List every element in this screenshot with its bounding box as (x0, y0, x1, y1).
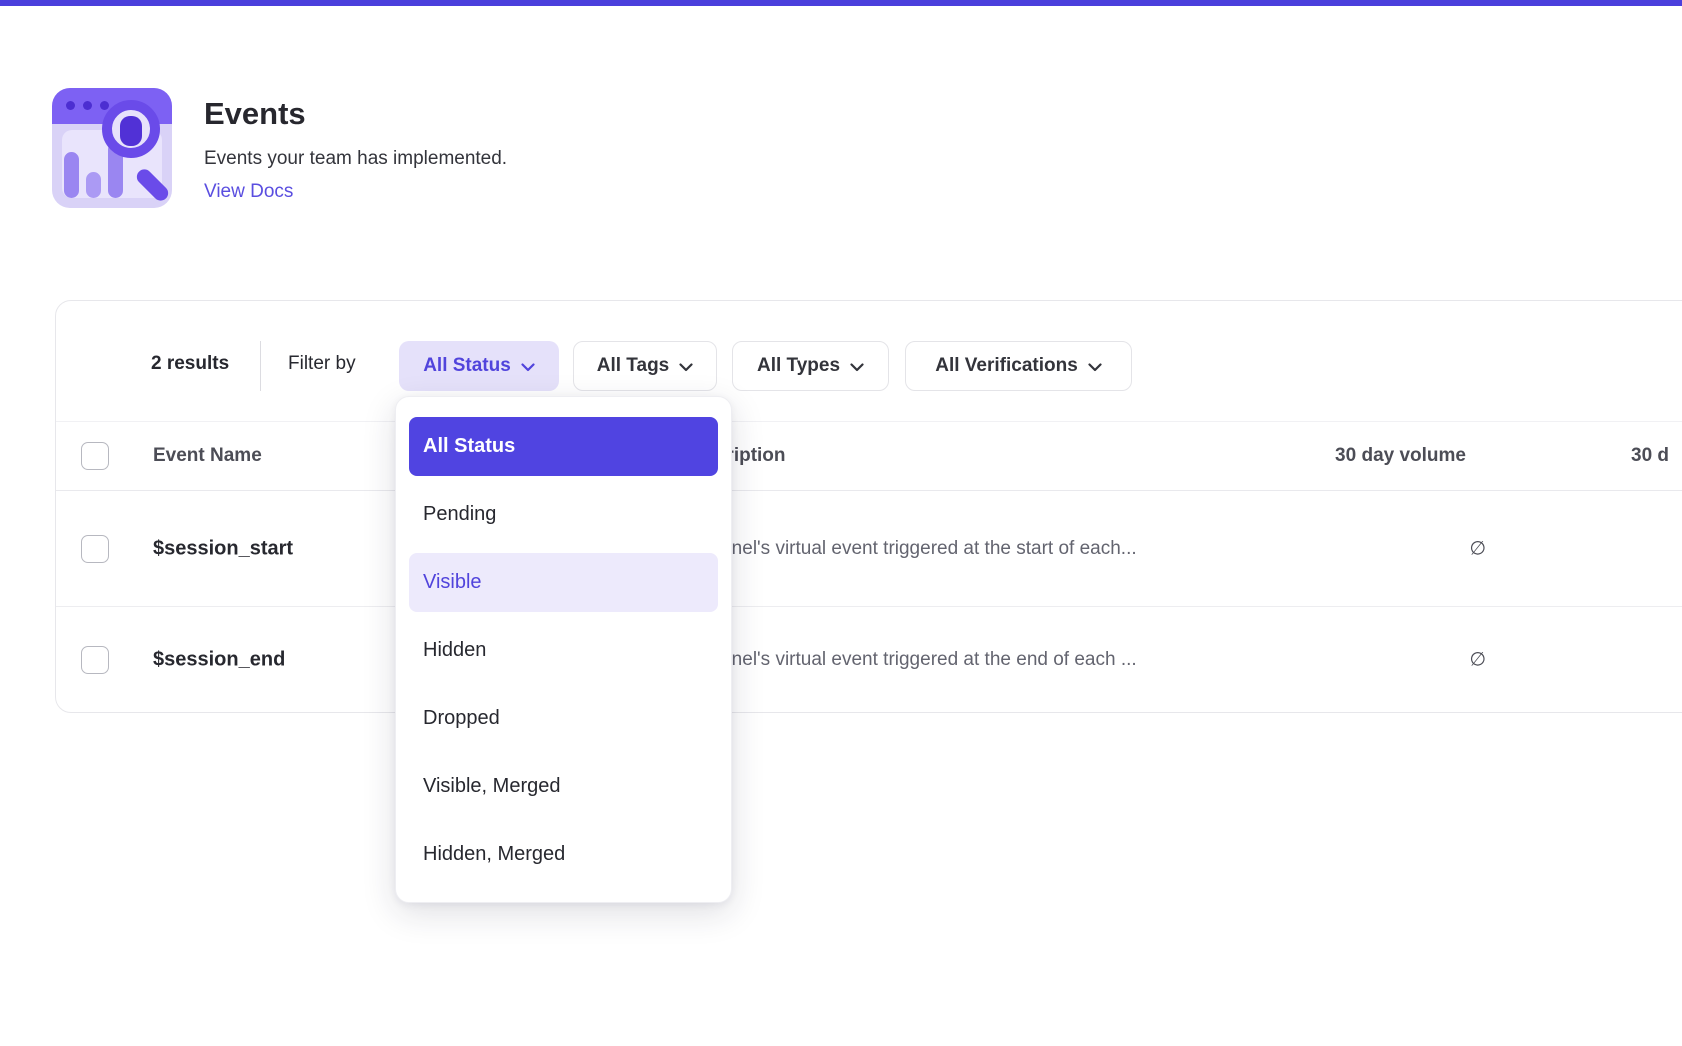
dropdown-option-visible[interactable]: Visible (409, 553, 718, 612)
column-header-event-name: Event Name (153, 445, 262, 467)
select-all-checkbox[interactable] (81, 442, 109, 470)
events-page: Events Events your team has implemented.… (0, 0, 1682, 1046)
top-accent-bar (0, 0, 1682, 6)
event-description: Mixpanel's virtual event triggered at th… (681, 538, 1137, 560)
row-checkbox[interactable] (81, 535, 109, 563)
filter-tags-label: All Tags (597, 355, 670, 377)
table-row[interactable]: $session_start Mixpanel's virtual event … (56, 491, 1682, 607)
icon-chart-bar (86, 172, 101, 198)
filter-status-dropdown-button[interactable]: All Status (399, 341, 559, 391)
filter-divider (260, 341, 261, 391)
chevron-down-icon (1088, 363, 1102, 372)
filter-tags-dropdown-button[interactable]: All Tags (573, 341, 717, 391)
icon-magnifier-center (120, 116, 142, 146)
icon-window-dot (100, 101, 109, 110)
event-name: $session_end (153, 649, 285, 672)
chevron-down-icon (521, 363, 535, 372)
volume-30d-value: ∅ (1156, 649, 1486, 672)
dropdown-option-pending[interactable]: Pending (409, 485, 718, 544)
page-title: Events (204, 96, 306, 132)
chevron-down-icon (850, 363, 864, 372)
events-app-icon (52, 88, 172, 208)
row-checkbox[interactable] (81, 646, 109, 674)
chevron-down-icon (679, 363, 693, 372)
status-dropdown-menu: All Status Pending Visible Hidden Droppe… (395, 396, 732, 903)
filter-verifications-dropdown-button[interactable]: All Verifications (905, 341, 1132, 391)
dropdown-option-hidden[interactable]: Hidden (409, 621, 718, 680)
icon-window-dot (66, 101, 75, 110)
column-header-30-day-volume: 30 day volume (1156, 445, 1466, 467)
event-description: Mixpanel's virtual event triggered at th… (681, 649, 1137, 671)
table-header-row: Event Name Description 30 day volume 30 … (56, 421, 1682, 491)
table-row[interactable]: $session_end Mixpanel's virtual event tr… (56, 607, 1682, 713)
volume-30d-value: ∅ (1156, 537, 1486, 560)
dropdown-option-hidden-merged[interactable]: Hidden, Merged (409, 825, 718, 884)
filter-verifications-label: All Verifications (935, 355, 1078, 377)
icon-window-dot (83, 101, 92, 110)
filter-types-label: All Types (757, 355, 840, 377)
results-count: 2 results (151, 353, 229, 375)
column-header-30-day-partial: 30 d (1631, 445, 1669, 467)
page-subtitle: Events your team has implemented. (204, 148, 507, 170)
filter-types-dropdown-button[interactable]: All Types (732, 341, 889, 391)
dropdown-option-visible-merged[interactable]: Visible, Merged (409, 757, 718, 816)
filter-by-label: Filter by (288, 353, 356, 375)
events-table-card: 2 results Filter by All Status All Tags … (55, 300, 1682, 713)
icon-chart-bar (64, 152, 79, 198)
filter-status-label: All Status (423, 355, 511, 377)
dropdown-option-all-status[interactable]: All Status (409, 417, 718, 476)
event-name: $session_start (153, 537, 293, 560)
dropdown-option-dropped[interactable]: Dropped (409, 689, 718, 748)
view-docs-link[interactable]: View Docs (204, 181, 293, 203)
